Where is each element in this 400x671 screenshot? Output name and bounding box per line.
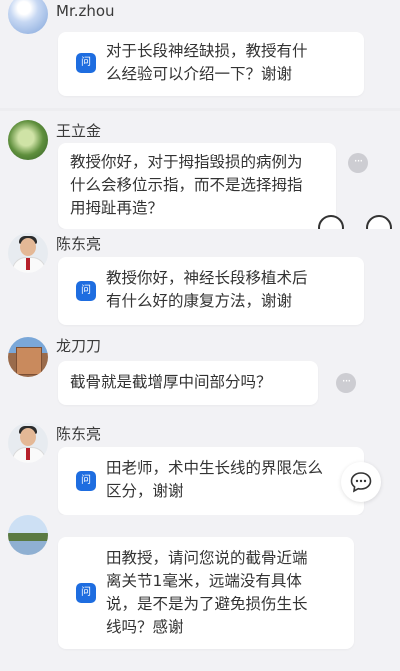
user-avatar[interactable] [8, 423, 48, 463]
user-name: 陈东亮 [56, 425, 102, 443]
user-avatar[interactable] [8, 120, 48, 160]
comment-card: 龙刀刀 截骨就是截增厚中间部分吗？ ··· [0, 333, 400, 419]
user-name: Mr.zhou [56, 2, 115, 20]
user-name: 王立金 [56, 122, 102, 140]
question-text-line: 教授你好，对于拇指毁损的病例为 [70, 153, 303, 171]
user-name: 龙刀刀 [56, 337, 102, 355]
question-badge-icon: 问 [76, 583, 96, 603]
question-text-line: 教授你好，神经长段移植术后 [106, 269, 308, 287]
question-bubble[interactable]: 问 田老师，术中生长线的界限怎么 区分，谢谢 [58, 447, 364, 515]
user-avatar[interactable] [8, 0, 48, 34]
comment-card: 问 田教授，请问您说的截骨近端 离关节1毫米，远端没有具体 说，是不是为了避免损… [0, 515, 400, 671]
question-text-line: 对于长段神经缺损，教授有什 [106, 42, 308, 60]
question-bubble[interactable]: 截骨就是截增厚中间部分吗？ [58, 361, 318, 405]
comment-card: 王立金 教授你好，对于拇指毁损的病例为 什么会移位示指，而不是选择拇指 用拇趾再… [0, 111, 400, 241]
question-text-line: 什么会移位示指，而不是选择拇指 [70, 176, 303, 194]
question-text-line: 有什么好的康复方法，谢谢 [106, 292, 293, 310]
user-avatar[interactable] [8, 515, 48, 555]
more-options-icon[interactable]: ··· [336, 373, 356, 393]
comment-card: 陈东亮 问 田老师，术中生长线的界限怎么 区分，谢谢 [0, 419, 400, 515]
question-text-line: 用拇趾再造？ [70, 199, 164, 217]
comment-button[interactable] [341, 462, 381, 502]
question-bubble[interactable]: 问 教授你好，神经长段移植术后 有什么好的康复方法，谢谢 [58, 257, 364, 325]
question-text-line: 田教授，请问您说的截骨近端 [106, 549, 308, 567]
question-badge-icon: 问 [76, 281, 96, 301]
question-text-line: 田老师，术中生长线的界限怎么 [106, 459, 324, 477]
question-badge-icon: 问 [76, 471, 96, 491]
question-text-line: 线吗？感谢 [106, 618, 184, 636]
question-bubble[interactable]: 问 对于长段神经缺损，教授有什 么经验可以介绍一下？谢谢 [58, 32, 364, 96]
user-avatar[interactable] [8, 337, 48, 377]
question-text-line: 么经验可以介绍一下？谢谢 [106, 65, 293, 83]
question-badge-icon: 问 [76, 53, 96, 73]
comment-card: Mr.zhou 问 对于长段神经缺损，教授有什 么经验可以介绍一下？谢谢 [0, 0, 400, 108]
more-options-icon[interactable]: ··· [348, 153, 368, 173]
question-text-line: 离关节1毫米，远端没有具体 [106, 572, 302, 590]
user-name: 陈东亮 [56, 235, 102, 253]
question-bubble[interactable]: 问 田教授，请问您说的截骨近端 离关节1毫米，远端没有具体 说，是不是为了避免损… [58, 537, 354, 649]
question-text-line: 区分，谢谢 [106, 482, 184, 500]
chat-bubble-icon [350, 472, 372, 493]
question-text-line: 说，是不是为了避免损伤生长 [106, 595, 308, 613]
question-bubble[interactable]: 教授你好，对于拇指毁损的病例为 什么会移位示指，而不是选择拇指 用拇趾再造？ [58, 143, 336, 229]
comment-card: 陈东亮 问 教授你好，神经长段移植术后 有什么好的康复方法，谢谢 [0, 229, 400, 333]
question-text-line: 截骨就是截增厚中间部分吗？ [70, 373, 272, 391]
user-avatar[interactable] [8, 233, 48, 273]
